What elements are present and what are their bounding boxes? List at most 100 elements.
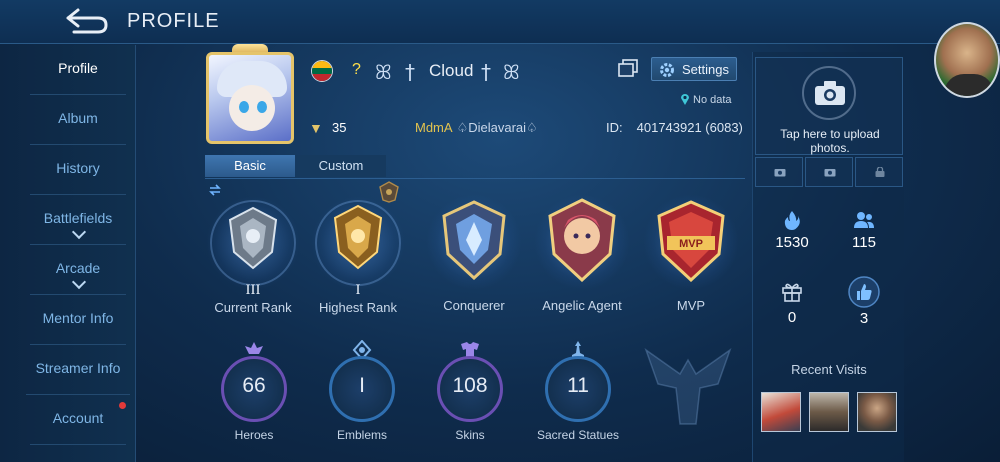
portrait-face — [229, 85, 275, 131]
photo-slot-1[interactable] — [755, 157, 803, 187]
heroes-stat[interactable]: 66 Heroes — [215, 342, 295, 442]
heroes-count: 66 — [242, 374, 266, 397]
sidebar-item-battlefields[interactable]: Battlefields — [30, 195, 126, 245]
sidebar-item-label: Streamer Info — [35, 360, 121, 376]
unknown-mark: ? — [352, 61, 361, 78]
photo-slot-2[interactable] — [805, 157, 853, 187]
likes-stat[interactable]: 3 — [829, 276, 899, 327]
upload-prompt: Tap here to upload photos. — [756, 127, 904, 155]
tab-custom[interactable]: Custom — [296, 155, 386, 177]
portrait-eye — [239, 101, 249, 113]
photo-slot-3-locked[interactable] — [855, 157, 903, 187]
settings-button[interactable]: Settings — [651, 57, 737, 81]
mvp-medal[interactable]: MVP MVP — [643, 194, 739, 313]
camera-small-icon — [774, 169, 786, 177]
likes-value: 3 — [859, 310, 869, 327]
level-badge: ▼ 35 — [309, 118, 369, 138]
conquerer-medal[interactable]: Conquerer — [426, 194, 522, 313]
angelic-agent-badge-icon — [548, 198, 616, 282]
rank-swap-icon[interactable] — [208, 184, 222, 196]
camera-small-icon — [824, 169, 836, 177]
album-icon[interactable] — [618, 59, 638, 77]
squad-info[interactable]: MdmA ♤Dielavarai♤ — [415, 120, 538, 136]
sidebar-item-arcade[interactable]: Arcade — [30, 245, 126, 295]
player-avatar-photo[interactable] — [934, 22, 1000, 98]
name-ornament-icon: ꕤ — [503, 60, 520, 84]
flame-icon — [784, 211, 800, 230]
sidebar-item-profile[interactable]: Profile — [30, 45, 126, 95]
location: No data — [680, 93, 732, 106]
name-ornament-icon: † — [481, 60, 491, 84]
silver-rank-shield-icon — [228, 206, 278, 270]
page-title: PROFILE — [127, 10, 220, 32]
lock-icon — [875, 167, 885, 177]
flag-stripe — [312, 67, 332, 75]
flag-stripe — [312, 61, 332, 68]
recent-visitor-avatar[interactable] — [761, 392, 801, 432]
id-value: 401743921 (6083) — [636, 120, 743, 135]
location-value: No data — [693, 94, 732, 106]
mvp-badge-icon: MVP — [657, 200, 725, 282]
notification-dot — [119, 402, 126, 409]
top-bar: PROFILE — [0, 0, 1000, 44]
name-ornament-icon: ꕤ — [375, 60, 392, 84]
gift-icon — [782, 283, 802, 302]
player-id: ID: 401743921 (6083) — [606, 120, 743, 135]
tab-basic[interactable]: Basic — [205, 155, 295, 177]
friends-icon — [854, 212, 874, 228]
emblems-stat[interactable]: I Emblems — [323, 340, 403, 442]
sidebar-item-label: Album — [58, 110, 98, 126]
highest-rank-tier: I — [355, 282, 361, 298]
portrait-eye — [257, 101, 267, 113]
sidebar-item-label: History — [56, 160, 100, 176]
sidebar-item-account[interactable]: Account — [30, 395, 126, 445]
conquerer-badge-icon — [442, 200, 506, 280]
skins-count: 108 — [452, 374, 488, 397]
gifts-stat[interactable]: 0 — [757, 280, 827, 326]
skins-label: Skins — [455, 428, 485, 442]
current-rank-tier: III — [245, 282, 261, 298]
emblems-label: Emblems — [336, 428, 387, 442]
name-ornament-icon: † — [405, 60, 415, 84]
thumbs-up-icon — [848, 276, 880, 308]
chevron-down-icon — [71, 274, 87, 290]
recent-visitor-avatar[interactable] — [809, 392, 849, 432]
sidebar-item-label: Profile — [58, 60, 98, 76]
popularity-stat[interactable]: 1530 — [757, 210, 827, 251]
svg-text:MVP: MVP — [679, 238, 703, 250]
level-icon: ▼ — [309, 120, 323, 136]
popularity-value: 1530 — [775, 234, 809, 251]
recent-visits-title: Recent Visits — [791, 362, 867, 377]
player-name-text: Cloud — [429, 61, 474, 80]
sidebar-item-album[interactable]: Album — [30, 95, 126, 145]
current-rank-medal[interactable]: III Current Rank — [206, 196, 300, 315]
chevron-down-icon — [71, 224, 87, 240]
id-label: ID: — [606, 120, 623, 135]
sidebar-item-label: Battlefields — [43, 210, 113, 226]
sidebar: Profile Album History Battlefields Arcad… — [0, 45, 136, 462]
highest-rank-medal[interactable]: I Highest Rank — [311, 196, 405, 315]
skins-stat[interactable]: 108 Skins — [431, 342, 511, 442]
hero-portrait[interactable] — [206, 52, 294, 144]
sacred-statues-label: Sacred Statues — [536, 428, 620, 442]
recent-visitor-avatar[interactable] — [857, 392, 897, 432]
sidebar-item-streamer-info[interactable]: Streamer Info — [26, 345, 130, 395]
emblems-count: I — [359, 374, 365, 397]
camera-icon — [815, 81, 845, 105]
sidebar-item-label: Mentor Info — [42, 310, 114, 326]
back-arrow-icon[interactable] — [58, 6, 110, 36]
sidebar-item-history[interactable]: History — [30, 145, 126, 195]
squad-name-text: Dielavarai — [468, 120, 527, 135]
squad-tag: MdmA — [415, 120, 453, 135]
level-value: 35 — [332, 120, 347, 135]
friends-stat[interactable]: 115 — [829, 210, 899, 251]
gold-rank-shield-icon — [333, 204, 383, 270]
angelic-agent-medal[interactable]: Angelic Agent — [534, 194, 630, 313]
sidebar-item-mentor-info[interactable]: Mentor Info — [30, 295, 126, 345]
settings-label: Settings — [682, 62, 729, 77]
photo-upload-area[interactable]: Tap here to upload photos. — [755, 57, 903, 155]
friends-value: 115 — [852, 234, 876, 251]
sacred-statues-stat[interactable]: 11 Sacred Statues — [537, 341, 619, 442]
upload-text-line-1: Tap here to upload — [780, 127, 880, 141]
gear-icon — [660, 63, 674, 77]
